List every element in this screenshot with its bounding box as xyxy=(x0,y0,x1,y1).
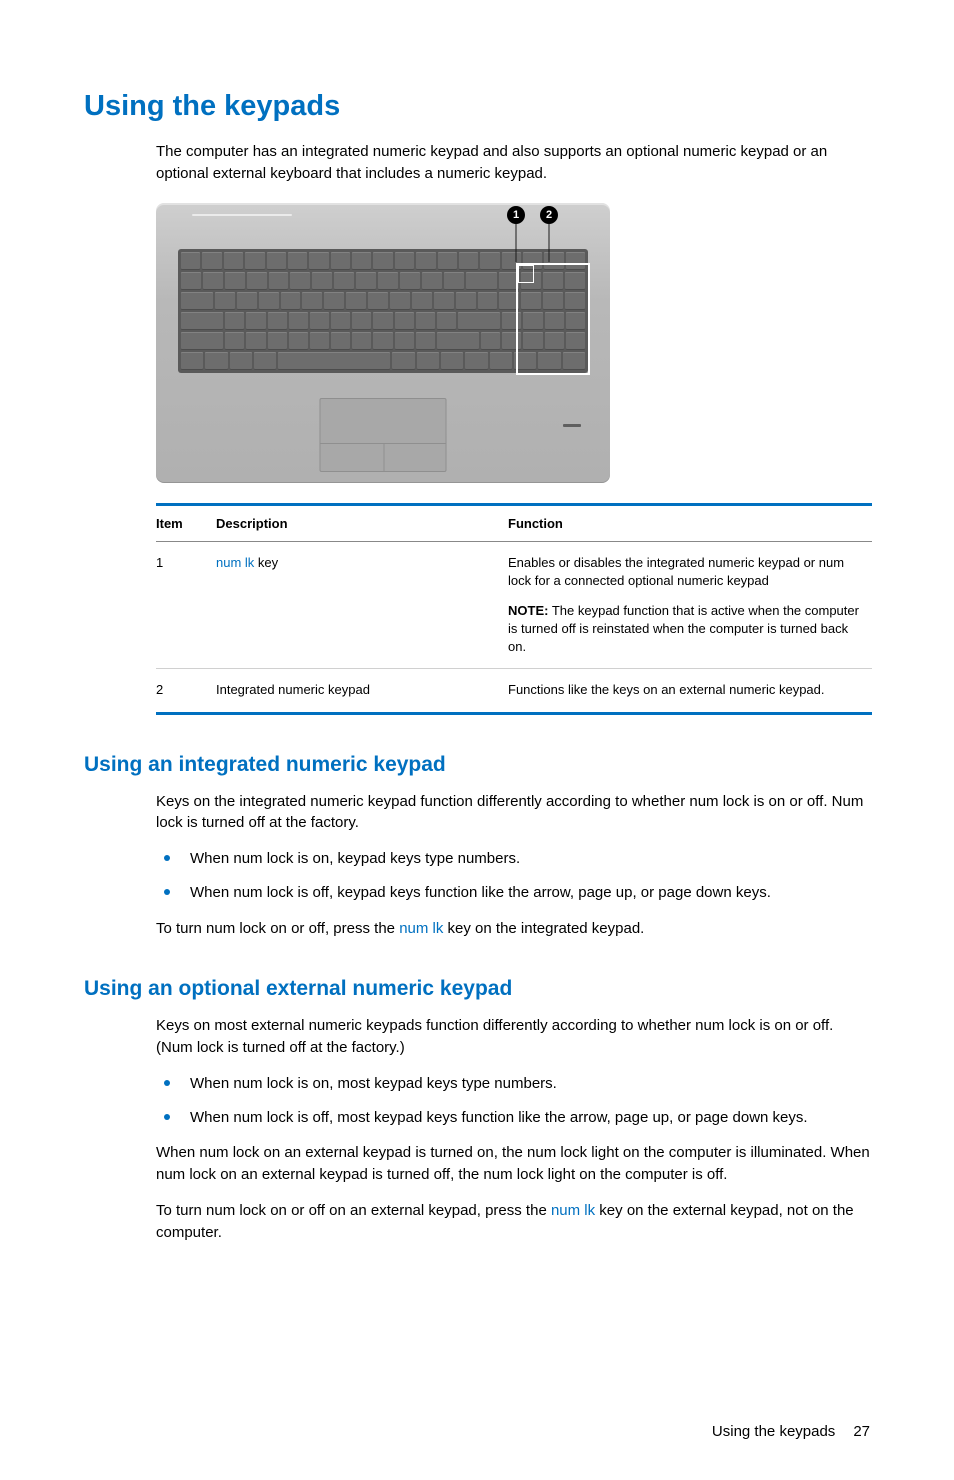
cell-function: Enables or disables the integrated numer… xyxy=(508,541,872,669)
text: To turn num lock on or off on an externa… xyxy=(156,1202,551,1219)
fingerprint-slot xyxy=(563,424,581,427)
key-grid xyxy=(178,249,588,373)
numlk-link[interactable]: num lk xyxy=(399,920,443,937)
external-p3: To turn num lock on or off on an externa… xyxy=(156,1200,870,1244)
callout-2: 2 xyxy=(540,206,558,224)
th-description: Description xyxy=(216,504,508,541)
note-text: The keypad function that is active when … xyxy=(508,603,859,654)
footer-title: Using the keypads xyxy=(712,1423,835,1440)
integrated-p1: Keys on the integrated numeric keypad fu… xyxy=(156,791,870,835)
cell-item: 1 xyxy=(156,541,216,669)
func-text: Enables or disables the integrated numer… xyxy=(508,554,866,590)
page-footer: Using the keypads 27 xyxy=(84,1423,870,1440)
table-row: 2 Integrated numeric keypad Functions li… xyxy=(156,669,872,713)
external-p2: When num lock on an external keypad is t… xyxy=(156,1142,870,1186)
intro-paragraph: The computer has an integrated numeric k… xyxy=(156,141,870,185)
text: To turn num lock on or off, press the xyxy=(156,920,399,937)
note-block: NOTE: The keypad function that is active… xyxy=(508,602,866,657)
touchpad xyxy=(320,398,447,472)
cell-item: 2 xyxy=(156,669,216,713)
list-item: When num lock is off, keypad keys functi… xyxy=(156,882,870,904)
section-heading-integrated: Using an integrated numeric keypad xyxy=(84,753,870,777)
callout-table: Item Description Function 1 num lk key E… xyxy=(156,503,872,715)
page-title: Using the keypads xyxy=(84,90,870,123)
th-item: Item xyxy=(156,504,216,541)
external-bullets: When num lock is on, most keypad keys ty… xyxy=(156,1073,870,1129)
list-item: When num lock is off, most keypad keys f… xyxy=(156,1107,870,1129)
callout-1: 1 xyxy=(507,206,525,224)
table-row: 1 num lk key Enables or disables the int… xyxy=(156,541,872,669)
integrated-bullets: When num lock is on, keypad keys type nu… xyxy=(156,848,870,904)
numlk-link[interactable]: num lk xyxy=(551,1202,595,1219)
footer-page-number: 27 xyxy=(853,1423,870,1440)
note-label: NOTE: xyxy=(508,603,548,618)
desc-rest: key xyxy=(254,555,278,570)
text: key on the integrated keypad. xyxy=(443,920,644,937)
cell-function: Functions like the keys on an external n… xyxy=(508,669,872,713)
cell-description: num lk key xyxy=(216,541,508,669)
numlk-link[interactable]: num lk xyxy=(216,555,254,570)
th-function: Function xyxy=(508,504,872,541)
cell-description: Integrated numeric keypad xyxy=(216,669,508,713)
section-heading-external: Using an optional external numeric keypa… xyxy=(84,977,870,1001)
external-p1: Keys on most external numeric keypads fu… xyxy=(156,1015,870,1059)
list-item: When num lock is on, most keypad keys ty… xyxy=(156,1073,870,1095)
keyboard-illustration: 1 2 xyxy=(156,203,610,483)
list-item: When num lock is on, keypad keys type nu… xyxy=(156,848,870,870)
integrated-p2: To turn num lock on or off, press the nu… xyxy=(156,918,870,940)
